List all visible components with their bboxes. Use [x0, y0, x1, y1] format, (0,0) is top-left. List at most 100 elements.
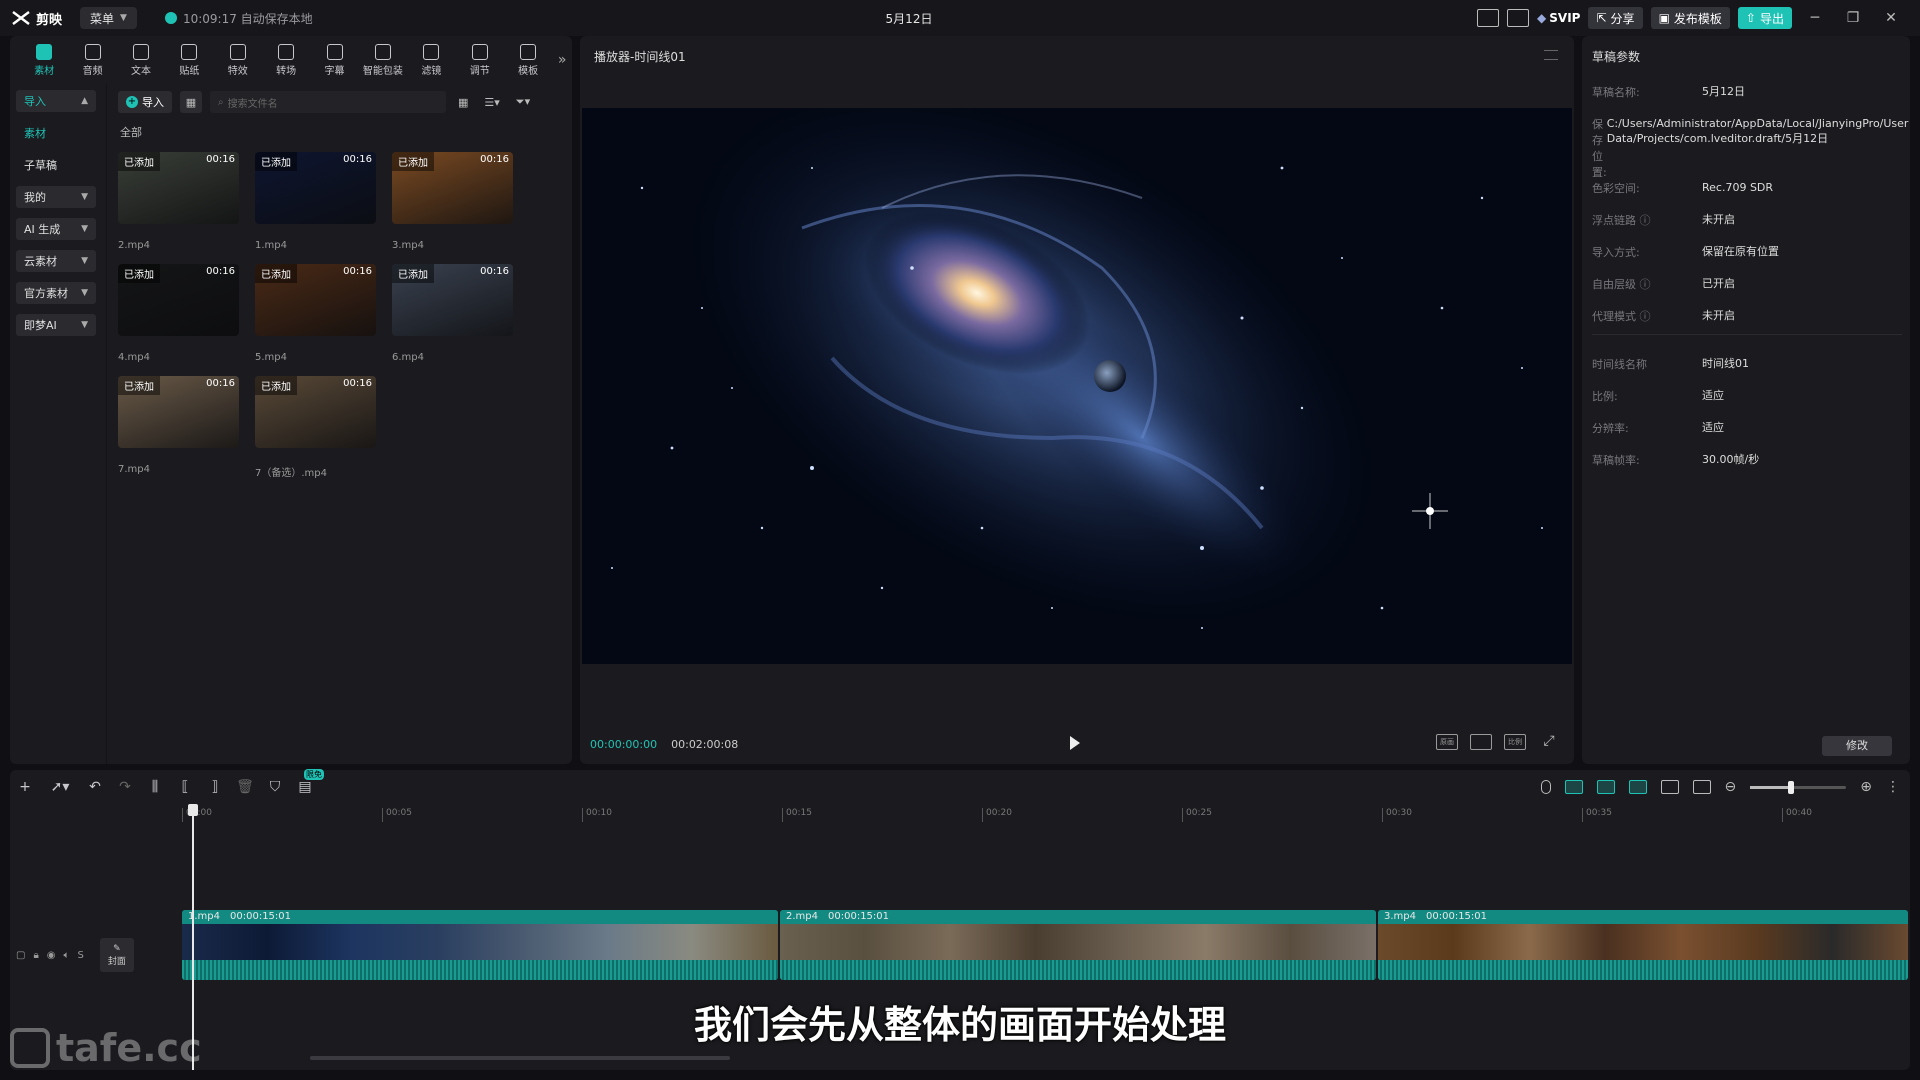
time-ruler[interactable]: 00:00 00:05 00:10 00:15 00:20 00:25 00:30 00:35… — [182, 806, 1910, 824]
svip-badge[interactable]: ◆ SVIP — [1537, 11, 1580, 25]
tab-effects[interactable]: 特效 — [214, 40, 262, 80]
prop-key: 草稿名称: — [1592, 86, 1640, 99]
split-left-icon[interactable]: ⟦ — [170, 775, 200, 799]
tab-label: 素材 — [34, 65, 55, 77]
tab-audio[interactable]: 音频 — [68, 40, 116, 80]
modify-button[interactable]: 修改 — [1822, 736, 1892, 756]
player-tools: 原画 比例 ⤢ — [1436, 734, 1560, 750]
undo-icon[interactable]: ↶ — [80, 775, 110, 799]
media-clip[interactable]: 已添加 00:16 7.mp4 — [118, 376, 239, 475]
tab-adjust[interactable]: 调节 — [456, 40, 504, 80]
main-track-magnet-icon[interactable] — [1564, 780, 1583, 794]
share-button[interactable]: ⇱ 分享 — [1588, 7, 1643, 29]
zoom-in-icon[interactable]: ⊕ — [1860, 779, 1872, 795]
media-clip[interactable]: 已添加 00:16 3.mp4 — [392, 152, 513, 251]
prop-value: 5月12日 — [1702, 85, 1745, 98]
side-item-label: AI 生成 — [24, 223, 61, 236]
fit-timeline-icon[interactable] — [1692, 780, 1711, 794]
marker-icon[interactable]: ⛉ — [260, 775, 290, 799]
tab-sticker[interactable]: 贴纸 — [165, 40, 213, 80]
chevron-down-icon: ▼ — [81, 224, 88, 234]
side-item[interactable]: 子草稿 — [16, 154, 96, 176]
select-tool-icon[interactable]: ➚▾ — [40, 775, 80, 799]
side-item[interactable]: 即梦AI ▼ — [16, 314, 96, 336]
side-item[interactable]: 云素材 ▼ — [16, 250, 96, 272]
ruler-tick: 00:05 — [382, 808, 412, 822]
segment-duration: 00:00:15:01 — [230, 911, 292, 922]
side-item[interactable]: AI 生成 ▼ — [16, 218, 96, 240]
zoom-out-icon[interactable]: ⊖ — [1725, 779, 1737, 795]
video-segment[interactable]: 1.mp4 00:00:15:01 — [182, 910, 778, 980]
chevron-down-icon: ▼ — [81, 256, 88, 266]
more-tabs-icon[interactable]: » — [552, 40, 572, 80]
tab-text[interactable]: 文本 — [117, 40, 165, 80]
clip-name: 1.mp4 — [255, 240, 287, 251]
tab-caption[interactable]: 字幕 — [310, 40, 358, 80]
lock-icon[interactable]: 🔒︎ — [33, 950, 38, 961]
tab-template[interactable]: 模板 — [504, 40, 552, 80]
view-mode-icon[interactable]: ▦ — [454, 96, 472, 109]
split-right-icon[interactable]: ⟧ — [200, 775, 230, 799]
clip-name: 7.mp4 — [118, 464, 150, 475]
original-quality-button[interactable]: 原画 — [1436, 734, 1458, 750]
fullscreen-icon[interactable]: ⤢ — [1538, 734, 1560, 750]
microphone-icon[interactable] — [1540, 780, 1551, 794]
tab-label: 滤镜 — [421, 65, 442, 77]
delete-icon[interactable]: 🗑 — [230, 775, 260, 799]
media-clip[interactable]: 已添加 00:16 4.mp4 — [118, 264, 239, 363]
solo-icon[interactable]: S — [78, 950, 84, 961]
restore-icon[interactable]: ❐ — [1838, 10, 1868, 26]
search-input[interactable]: ⌕ 搜索文件名 — [210, 91, 446, 113]
zoom-slider[interactable] — [1750, 780, 1847, 794]
linkage-icon[interactable] — [1628, 780, 1647, 794]
shortcut-keyboard-icon[interactable] — [1477, 9, 1500, 27]
auto-snap-icon[interactable] — [1596, 780, 1615, 794]
preview-axis-icon[interactable] — [1660, 780, 1679, 794]
close-icon[interactable]: ✕ — [1876, 10, 1906, 26]
tab-media[interactable]: 素材 — [20, 40, 68, 80]
horizontal-scrollbar[interactable] — [310, 1056, 730, 1060]
redo-icon[interactable]: ↷ — [110, 775, 140, 799]
filter-icon[interactable]: ⏷▾ — [512, 95, 534, 109]
media-clip[interactable]: 已添加 00:16 1.mp4 — [255, 152, 376, 251]
tab-transition[interactable]: 转场 — [262, 40, 310, 80]
media-clip[interactable]: 已添加 00:16 6.mp4 — [392, 264, 513, 363]
track-toggle-icon[interactable]: ▢ — [16, 950, 25, 961]
side-item[interactable]: 官方素材 ▼ — [16, 282, 96, 304]
publish-template-button[interactable]: ▣ 发布模板 — [1650, 7, 1730, 29]
video-segment[interactable]: 2.mp4 00:00:15:01 — [780, 910, 1376, 980]
export-button[interactable]: ⇧ 导出 — [1737, 7, 1792, 29]
side-item[interactable]: 我的 ▼ — [16, 186, 96, 208]
media-toolbar: + 导入 ▦ ⌕ 搜索文件名 ▦ ☰▾ ⏷▾ — [118, 90, 566, 114]
media-clip[interactable]: 已添加 00:16 2.mp4 — [118, 152, 239, 251]
share-label: 分享 — [1610, 11, 1635, 26]
grid-view-button[interactable]: ▦ — [180, 91, 202, 113]
play-icon[interactable] — [1070, 736, 1080, 750]
import-button[interactable]: + 导入 — [118, 91, 172, 113]
screenshot-icon[interactable] — [1470, 734, 1492, 750]
media-clip[interactable]: 已添加 00:16 5.mp4 — [255, 264, 376, 363]
segment-header: 3.mp4 00:00:15:01 — [1378, 910, 1908, 924]
layout-icon[interactable] — [1507, 9, 1530, 27]
side-item[interactable]: 素材 — [16, 122, 96, 144]
segment-thumbnails — [1378, 924, 1908, 960]
video-preview[interactable] — [582, 108, 1572, 664]
side-item[interactable]: 导入 ▲ — [16, 90, 96, 112]
tab-smart-pack[interactable]: 智能包装 — [359, 40, 407, 80]
media-clip[interactable]: 已添加 00:16 7（备选）.mp4 — [255, 376, 376, 479]
cover-button[interactable]: ✎ 封面 — [99, 938, 134, 972]
audio-icon[interactable]: 🔈︎ — [64, 950, 70, 961]
hamburger-menu-icon[interactable] — [1544, 50, 1558, 60]
more-icon[interactable]: ⋮ — [1886, 779, 1900, 795]
video-segment[interactable]: 3.mp4 00:00:15:01 — [1378, 910, 1908, 980]
zoom-slider-knob[interactable] — [1787, 780, 1794, 794]
tab-filter[interactable]: 滤镜 — [407, 40, 455, 80]
sort-icon[interactable]: ☰▾ — [480, 96, 503, 109]
add-track-icon[interactable]: + — [10, 775, 40, 799]
aspect-ratio-button[interactable]: 比例 — [1504, 734, 1526, 750]
smart-cut-icon[interactable]: ▤ 限免 — [290, 769, 324, 799]
eye-icon[interactable]: ◉ — [47, 950, 56, 961]
split-icon[interactable]: ⫼ — [140, 775, 170, 799]
minimize-icon[interactable]: ─ — [1800, 10, 1830, 26]
side-item-label: 官方素材 — [24, 287, 68, 300]
